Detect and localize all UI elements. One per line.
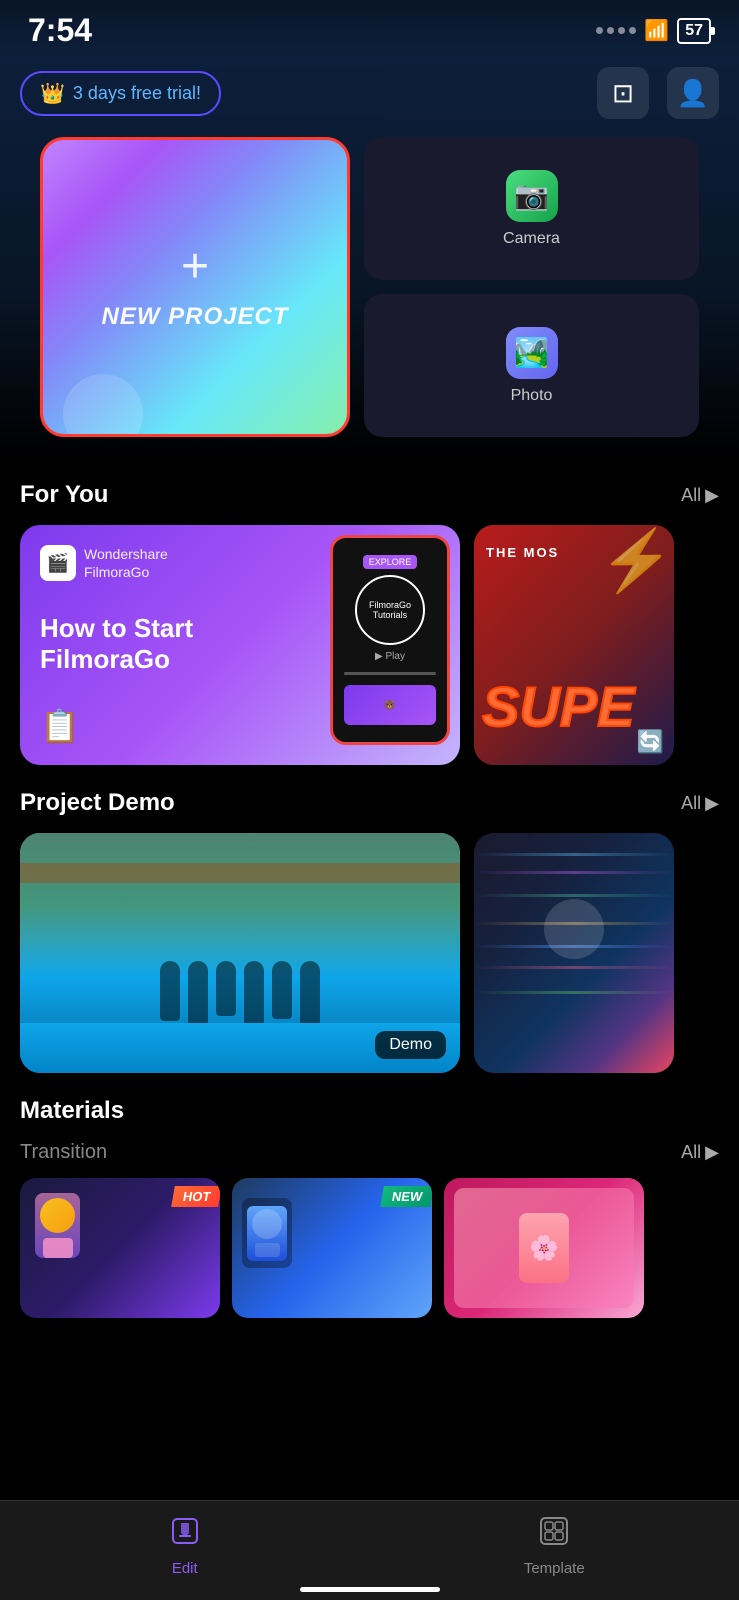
new-badge: NEW — [380, 1186, 432, 1207]
chevron-right-icon: ▶ — [705, 793, 719, 814]
for-you-section: For You All ▶ 🎬 WondershareFilmoraGo How… — [0, 457, 739, 765]
for-you-cards: 🎬 WondershareFilmoraGo How to StartFilmo… — [20, 525, 719, 765]
filmorago-tutorial-card[interactable]: 🎬 WondershareFilmoraGo How to StartFilmo… — [20, 525, 460, 765]
camera-label: Camera — [503, 230, 560, 248]
new-project-label: NEW PROJECT — [101, 303, 288, 331]
video-projects-icon: ⊡ — [612, 78, 634, 109]
bottom-spacer — [0, 1318, 739, 1428]
holographic-effect — [474, 833, 674, 1073]
edit-label: Edit — [172, 1560, 198, 1577]
transition-cards: HOT NEW 🌸 — [20, 1178, 719, 1318]
photo-button[interactable]: 🏞️ Photo — [364, 294, 699, 437]
demo-badge: Demo — [375, 1031, 446, 1059]
transition-card-3[interactable]: 🌸 — [444, 1178, 644, 1318]
wondershare-logo-icon: 🎬 — [40, 545, 76, 581]
project-demo-section: Project Demo All ▶ Demo — [0, 765, 739, 1073]
plus-icon: + — [181, 243, 209, 291]
home-indicator — [300, 1587, 440, 1592]
chevron-right-icon: ▶ — [705, 485, 719, 506]
transition-title: Transition — [20, 1141, 107, 1164]
profile-button[interactable]: 👤 — [667, 67, 719, 119]
card-logo-text: WondershareFilmoraGo — [84, 545, 168, 581]
photo-icon: 🏞️ — [506, 327, 558, 379]
template-label: Template — [524, 1560, 585, 1577]
template-icon — [538, 1515, 570, 1554]
project-demo-title: Project Demo — [20, 789, 175, 817]
project-demo-all-link[interactable]: All ▶ — [681, 793, 719, 814]
materials-section: Materials Transition All ▶ HOT — [0, 1073, 739, 1318]
nav-edit[interactable]: Edit — [0, 1501, 370, 1600]
pool-structure — [20, 863, 460, 883]
for-you-header: For You All ▶ — [20, 481, 719, 509]
card-action-icon: 🔄 — [637, 729, 664, 755]
materials-title: Materials — [20, 1097, 124, 1125]
explore-badge: EXPLORE — [363, 555, 418, 569]
holographic-demo-card[interactable] — [474, 833, 674, 1073]
profile-icon: 👤 — [677, 78, 709, 109]
materials-header: Materials — [20, 1097, 719, 1125]
tutorials-circle: FilmoraGoTutorials — [355, 575, 425, 645]
trial-badge[interactable]: 👑 3 days free trial! — [20, 71, 221, 116]
side-buttons: 📷 Camera 🏞️ Photo — [364, 137, 699, 437]
camera-icon: 📷 — [506, 170, 558, 222]
photo-label: Photo — [511, 387, 553, 405]
status-icons: 📶 57 — [596, 18, 711, 44]
lightning-icon: ⚡ — [599, 525, 674, 596]
video-projects-button[interactable]: ⊡ — [597, 67, 649, 119]
battery-indicator: 57 — [677, 18, 711, 44]
header-actions: ⊡ 👤 — [597, 67, 719, 119]
quick-actions: + NEW PROJECT 📷 Camera 🏞️ Photo — [20, 137, 719, 437]
status-time: 7:54 — [28, 12, 92, 49]
camera-button[interactable]: 📷 Camera — [364, 137, 699, 280]
phone-mockup: EXPLORE FilmoraGoTutorials ▶ Play 🐻 — [330, 535, 450, 745]
trees-background — [20, 833, 460, 977]
chevron-right-icon: ▶ — [705, 1142, 719, 1163]
hot-badge: HOT — [171, 1186, 220, 1207]
wifi-icon: 📶 — [644, 18, 669, 43]
bottom-nav: Edit Template — [0, 1500, 739, 1600]
nav-template[interactable]: Template — [370, 1501, 739, 1600]
edit-icon — [169, 1515, 201, 1554]
pool-demo-card[interactable]: Demo — [20, 833, 460, 1073]
for-you-title: For You — [20, 481, 108, 509]
transition-header: Transition All ▶ — [20, 1141, 719, 1164]
transition-all-link[interactable]: All ▶ — [681, 1142, 719, 1163]
for-you-all-link[interactable]: All ▶ — [681, 485, 719, 506]
transition-card-1[interactable]: HOT — [20, 1178, 220, 1318]
status-bar: 7:54 📶 57 — [0, 0, 739, 57]
project-demo-header: Project Demo All ▶ — [20, 789, 719, 817]
signal-dots-icon — [596, 27, 636, 34]
header: 👑 3 days free trial! ⊡ 👤 + NEW PROJECT 📷… — [0, 57, 739, 457]
new-project-button[interactable]: + NEW PROJECT — [40, 137, 350, 437]
header-top: 👑 3 days free trial! ⊡ 👤 — [20, 67, 719, 119]
super-card[interactable]: ⚡ THE MOS SUPE 🔄 — [474, 525, 674, 765]
transition-card-2[interactable]: NEW — [232, 1178, 432, 1318]
trial-text: 3 days free trial! — [73, 83, 201, 104]
project-demo-cards: Demo — [20, 833, 719, 1073]
crown-icon: 👑 — [40, 81, 65, 106]
